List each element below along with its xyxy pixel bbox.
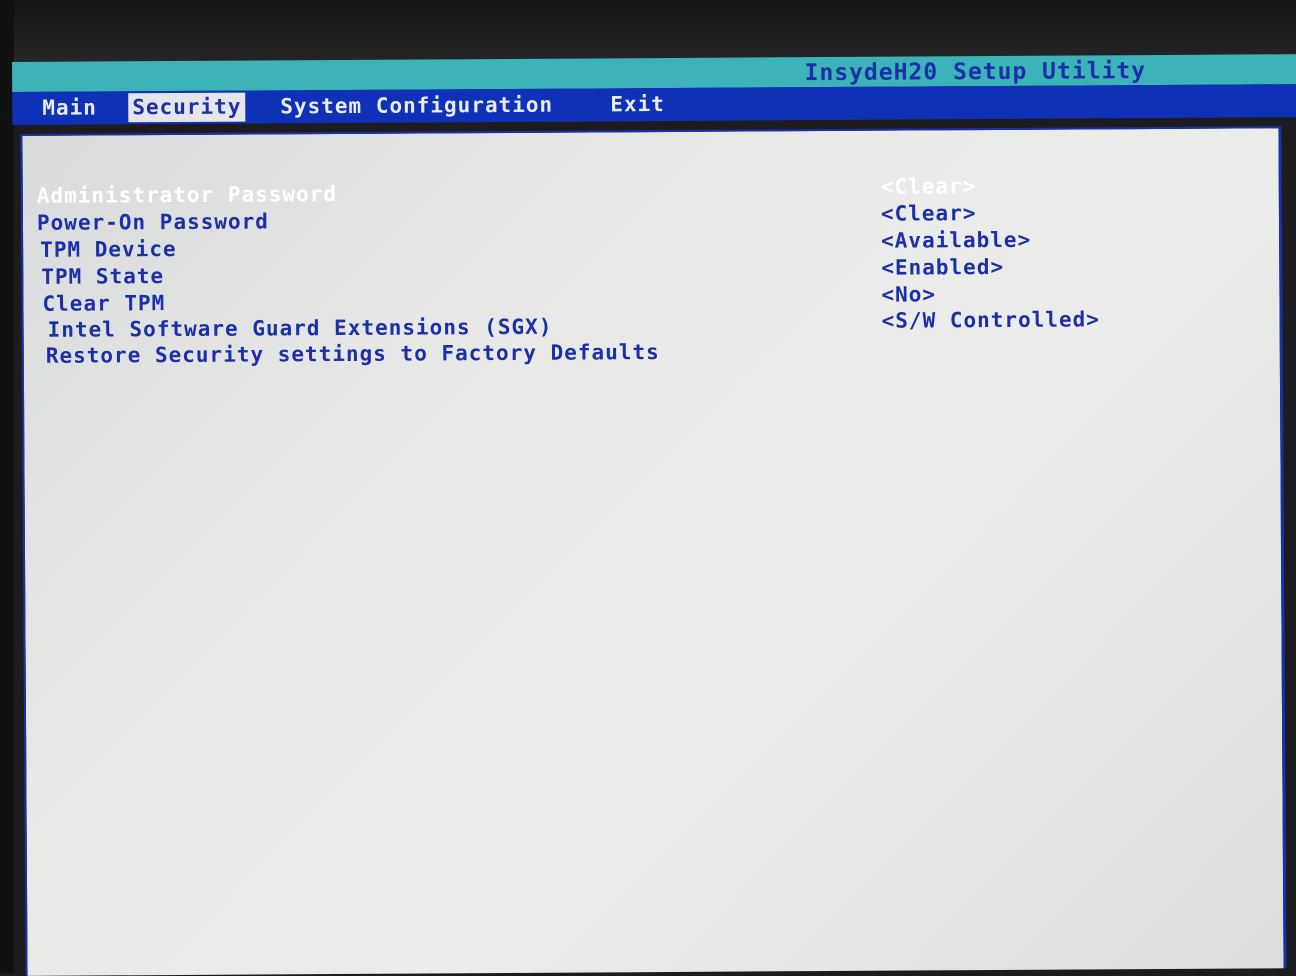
setting-tpm-state-value[interactable]: <Enabled> [881,255,1004,280]
setting-administrator-password-value[interactable]: <Clear> [881,174,977,199]
tab-main[interactable]: Main [38,93,101,122]
app-title: InsydeH20 Setup Utility [804,58,1147,87]
setting-clear-tpm-value[interactable]: <No> [881,282,936,306]
setting-tpm-device-value[interactable]: <Available> [881,228,1031,253]
setting-tpm-device[interactable]: TPM Device [40,237,177,262]
setting-power-on-password[interactable]: Power-On Password [37,209,269,234]
tab-exit[interactable]: Exit [606,90,669,119]
tab-system-configuration[interactable]: System Configuration [276,91,557,122]
setting-restore-security-defaults[interactable]: Restore Security settings to Factory Def… [46,340,660,368]
setting-tpm-state[interactable]: TPM State [41,264,164,289]
setting-administrator-password[interactable]: Administrator Password [37,182,337,208]
setting-clear-tpm[interactable]: Clear TPM [42,291,165,316]
setting-intel-sgx[interactable]: Intel Software Guard Extensions (SGX) [48,315,553,342]
setting-power-on-password-value[interactable]: <Clear> [881,201,977,226]
settings-panel: Administrator Password <Clear> Power-On … [20,126,1287,976]
setting-intel-sgx-value[interactable]: <S/W Controlled> [882,307,1100,332]
bios-screen: InsydeH20 Setup Utility Main Security Sy… [12,54,1296,976]
tab-security[interactable]: Security [128,92,246,123]
menu-bar: Main Security System Configuration Exit [12,84,1296,125]
